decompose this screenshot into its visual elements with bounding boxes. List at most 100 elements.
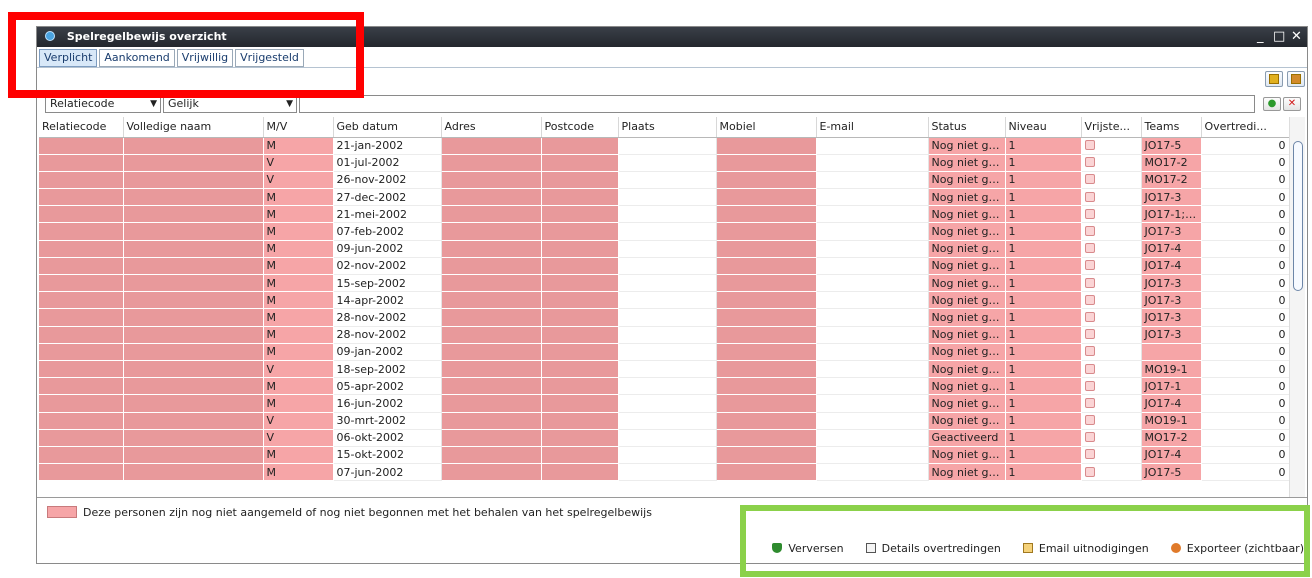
cell-overtredingen: 0 [1201,377,1289,396]
data-grid[interactable]: Relatiecode Volledige naam M/V Geb datum… [39,117,1289,497]
cell-status: Nog niet gea... [928,326,1006,344]
vrijstelling-checkbox[interactable] [1084,329,1095,340]
vertical-scrollbar[interactable] [1289,117,1305,497]
table-row[interactable]: M 07-jun-2002 Nog niet gea... 1 JO17-5 0 [39,463,1289,482]
maximize-button[interactable]: □ [1273,27,1285,47]
table-row[interactable]: M 15-okt-2002 Nog niet gea... 1 JO17-4 0 [39,446,1289,465]
col-overtredingen[interactable]: Overtredi... [1201,117,1289,138]
col-volledige-naam[interactable]: Volledige naam [123,117,264,138]
cell-mv: M [263,188,334,207]
cell-mv: V [263,154,334,172]
table-row[interactable]: M 28-nov-2002 Nog niet gea... 1 JO17-3 0 [39,326,1289,344]
vrijstelling-checkbox[interactable] [1084,466,1095,477]
cell-mobiel [716,308,817,327]
vrijstelling-checkbox[interactable] [1084,226,1095,237]
col-vrijstelling[interactable]: Vrijste... [1081,117,1142,138]
col-mobiel[interactable]: Mobiel [716,117,817,138]
col-adres[interactable]: Adres [441,117,542,138]
filter-operator-select[interactable]: Gelijk ▼ [163,95,297,113]
vrijstelling-checkbox[interactable] [1084,140,1095,151]
vrijstelling-checkbox[interactable] [1084,449,1095,460]
cell-volledige-naam [123,137,264,155]
table-row[interactable]: M 21-jan-2002 Nog niet gea... 1 JO17-5 0 [39,137,1289,155]
col-relatiecode[interactable]: Relatiecode [39,117,124,138]
col-mv[interactable]: M/V [263,117,334,138]
vrijstelling-checkbox[interactable] [1084,346,1095,357]
table-row[interactable]: M 09-jan-2002 Nog niet gea... 1 0 [39,343,1289,361]
refresh-button[interactable]: Verversen [772,542,844,555]
col-status[interactable]: Status [928,117,1006,138]
vrijstelling-checkbox[interactable] [1084,415,1095,426]
col-plaats[interactable]: Plaats [618,117,717,138]
close-button[interactable]: ✕ [1291,27,1302,47]
cell-email [816,274,929,293]
table-row[interactable]: M 21-mei-2002 Nog niet gea... 1 JO17-1;JO...… [39,205,1289,224]
col-niveau[interactable]: Niveau [1005,117,1082,138]
cell-adres [441,171,542,190]
table-row[interactable]: M 28-nov-2002 Nog niet gea... 1 JO17-3 0 [39,308,1289,327]
vrijstelling-checkbox[interactable] [1084,380,1095,391]
app-icon [45,31,55,41]
scrollbar-thumb[interactable] [1293,141,1303,291]
export-icon [1170,543,1181,553]
cell-email [816,154,929,172]
table-row[interactable]: V 06-okt-2002 Geactiveerd 1 MO17-2 0 [39,429,1289,447]
cell-mobiel [716,188,817,207]
cell-adres [441,463,542,482]
vrijstelling-checkbox[interactable] [1084,208,1095,219]
title-bar[interactable]: Spelregelbewijs overzicht _ □ ✕ [37,27,1307,47]
vrijstelling-checkbox[interactable] [1084,311,1095,322]
vrijstelling-checkbox[interactable] [1084,294,1095,305]
cell-mv: M [263,257,334,276]
cell-geb-datum: 09-jun-2002 [333,240,442,258]
filter-field-select[interactable]: Relatiecode ▼ [45,95,161,113]
vrijstelling-checkbox[interactable] [1084,243,1095,254]
tab-verplicht[interactable]: Verplicht [39,49,98,67]
export-button[interactable]: Exporteer (zichtbaar) [1170,542,1304,555]
table-row[interactable]: V 30-mrt-2002 Nog niet gea... 1 MO19-1 0 [39,412,1289,430]
cell-mv: M [263,205,334,224]
tab-vrijgesteld[interactable]: Vrijgesteld [235,49,304,67]
table-row[interactable]: M 27-dec-2002 Nog niet gea... 1 JO17-3 0 [39,188,1289,207]
email-uitnodigingen-button[interactable]: Email uitnodigingen [1022,542,1149,555]
table-row[interactable]: V 18-sep-2002 Nog niet gea... 1 MO19-1 0 [39,360,1289,379]
vrijstelling-checkbox[interactable] [1084,432,1095,443]
table-row[interactable]: M 07-feb-2002 Nog niet gea... 1 JO17-3 0 [39,222,1289,241]
vrijstelling-checkbox[interactable] [1084,174,1095,185]
table-row[interactable]: M 09-jun-2002 Nog niet gea... 1 JO17-4 0 [39,240,1289,258]
cell-vrijstelling [1081,429,1142,447]
table-row[interactable]: M 15-sep-2002 Nog niet gea... 1 JO17-3 0 [39,274,1289,293]
cell-geb-datum: 15-okt-2002 [333,446,442,465]
cell-mobiel [716,137,817,155]
table-row[interactable]: M 16-jun-2002 Nog niet gea... 1 JO17-4 0 [39,394,1289,413]
print-button[interactable] [1287,71,1305,87]
vrijstelling-checkbox[interactable] [1084,191,1095,202]
col-geb-datum[interactable]: Geb datum [333,117,442,138]
vrijstelling-checkbox[interactable] [1084,397,1095,408]
vrijstelling-checkbox[interactable] [1084,277,1095,288]
minimize-button[interactable]: _ [1257,27,1264,47]
filter-value-input[interactable] [299,95,1255,113]
cell-geb-datum: 05-apr-2002 [333,377,442,396]
col-teams[interactable]: Teams [1141,117,1202,138]
details-overtredingen-button[interactable]: Details overtredingen [865,542,1001,555]
col-email[interactable]: E-mail [816,117,929,138]
vrijstelling-checkbox[interactable] [1084,260,1095,271]
table-row[interactable]: V 26-nov-2002 Nog niet gea... 1 MO17-2 0 [39,171,1289,190]
table-row[interactable]: V 01-jul-2002 Nog niet gea... 1 MO17-2 0 [39,154,1289,172]
cell-volledige-naam [123,360,264,379]
tab-vrijwillig[interactable]: Vrijwillig [176,49,234,67]
save-layout-button[interactable] [1265,71,1283,87]
col-postcode[interactable]: Postcode [541,117,619,138]
cell-adres [441,446,542,465]
tab-aankomend[interactable]: Aankomend [99,49,175,67]
table-row[interactable]: M 14-apr-2002 Nog niet gea... 1 JO17-3 0 [39,291,1289,310]
table-row[interactable]: M 05-apr-2002 Nog niet gea... 1 JO17-1 0 [39,377,1289,396]
cell-teams: JO17-4 [1141,257,1202,276]
cell-volledige-naam [123,274,264,293]
apply-filter-button[interactable]: ● [1263,97,1281,111]
clear-filter-button[interactable]: ✕ [1283,97,1301,111]
vrijstelling-checkbox[interactable] [1084,363,1095,374]
vrijstelling-checkbox[interactable] [1084,157,1095,168]
table-row[interactable]: M 02-nov-2002 Nog niet gea... 1 JO17-4 0 [39,257,1289,276]
